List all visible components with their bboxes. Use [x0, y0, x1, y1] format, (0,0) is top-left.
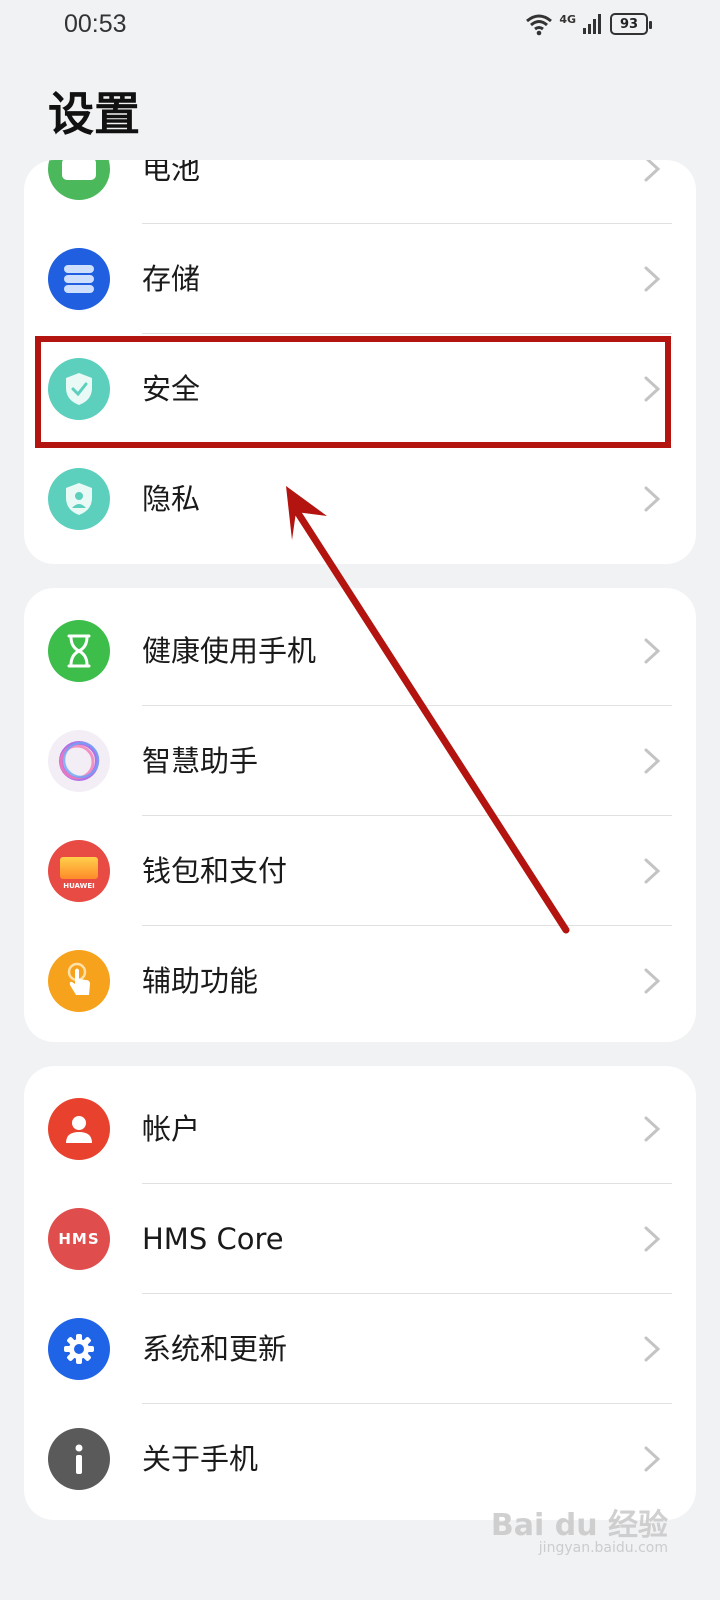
annotation-arrow: [286, 486, 570, 934]
watermark-logo: Bai du 经验: [490, 1508, 668, 1543]
watermark-url: jingyan.baidu.com: [538, 1540, 668, 1556]
